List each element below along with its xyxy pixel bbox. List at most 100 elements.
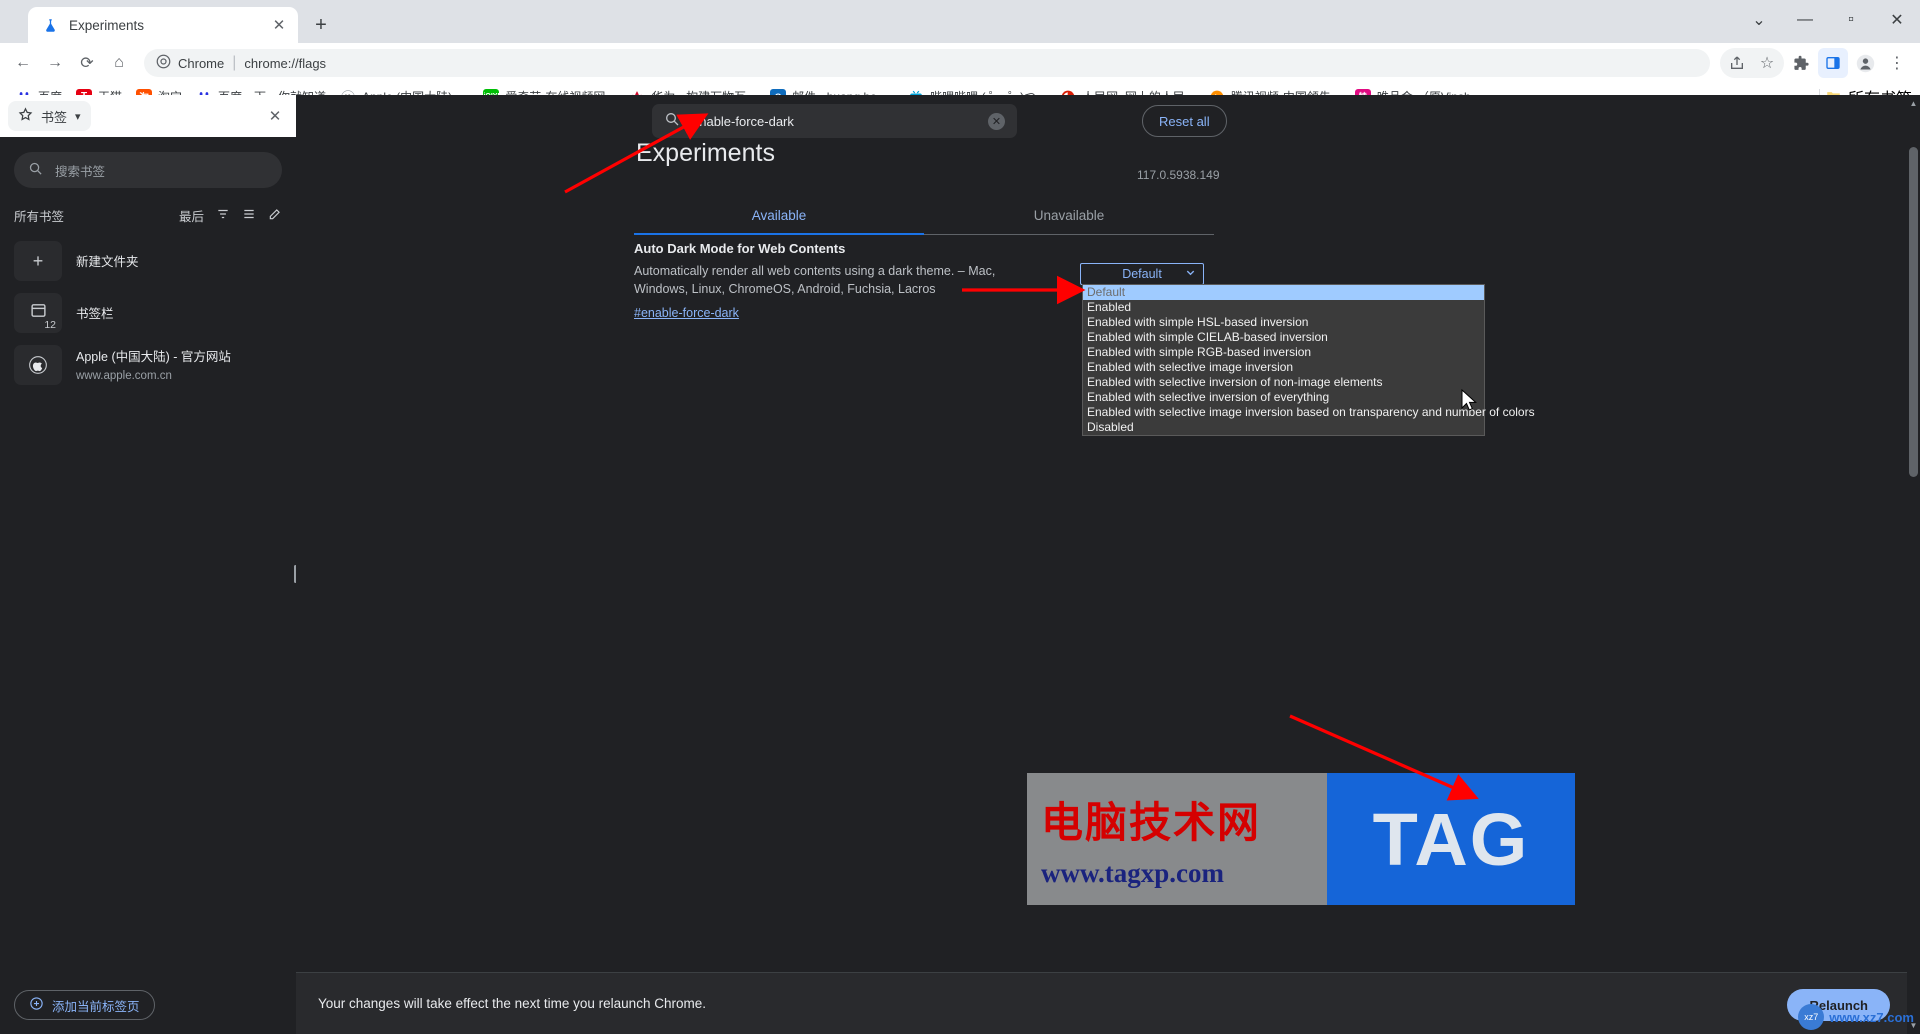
page-body: 书签 ▾ ✕ 搜索书签 所有书签 最后 + 新建文件夹 12 书签栏 Apple…: [0, 95, 1920, 1034]
watermark-left: 电脑技术网 www.tagxp.com: [1027, 789, 1327, 889]
window-controls: ⌄ — ▫ ✕: [1736, 0, 1920, 40]
experiment-anchor-link[interactable]: #enable-force-dark: [634, 306, 739, 320]
address-bar[interactable]: Chrome | chrome://flags: [144, 49, 1710, 77]
folder-count: 12: [44, 319, 56, 331]
bookmark-star-icon[interactable]: ☆: [1752, 48, 1782, 78]
list-item-title: 新建文件夹: [76, 255, 139, 269]
watermark-cn-text: 电脑技术网: [1041, 798, 1262, 847]
page-title: Experiments: [636, 139, 775, 167]
scroll-up-arrow[interactable]: ▲: [1908, 99, 1919, 108]
close-window-button[interactable]: ✕: [1874, 0, 1920, 40]
dropdown-option[interactable]: Enabled with simple CIELAB-based inversi…: [1083, 330, 1484, 345]
corner-watermark-logo: xz7: [1798, 1004, 1825, 1030]
share-icon[interactable]: [1722, 48, 1752, 78]
omnibox-url: chrome://flags: [244, 55, 327, 71]
plus-circle-icon: [29, 996, 44, 1014]
flags-tabs: Available Unavailable: [634, 200, 1214, 235]
list-item-main: 新建文件夹: [76, 251, 139, 271]
dropdown-option[interactable]: Enabled with simple RGB-based inversion: [1083, 345, 1484, 360]
flags-search-input[interactable]: enable-force-dark ✕: [652, 104, 1017, 138]
list-item[interactable]: Apple (中国大陆) - 官方网站 www.apple.com.cn: [14, 339, 282, 391]
tab-search-icon[interactable]: ⌄: [1736, 0, 1782, 40]
experiment-select-value: Default: [1122, 267, 1162, 281]
side-panel-content: 搜索书签 所有书签 最后 + 新建文件夹 12 书签栏 Apple (中国大陆)…: [0, 137, 296, 1034]
watermark-banner: 电脑技术网 www.tagxp.com TAG: [1027, 773, 1575, 905]
folder-icon: 12: [14, 293, 62, 333]
relaunch-bar: Your changes will take effect the next t…: [296, 972, 1920, 1034]
dropdown-option[interactable]: Enabled with selective inversion of ever…: [1083, 390, 1484, 405]
avatar-icon[interactable]: [1850, 48, 1880, 78]
chevron-down-icon[interactable]: ▾: [75, 110, 81, 123]
apple-icon: [14, 345, 62, 385]
omnibox-separator: |: [232, 54, 237, 71]
reset-all-button[interactable]: Reset all: [1142, 105, 1227, 137]
list-item-title: Apple (中国大陆) - 官方网站: [76, 350, 231, 364]
add-current-tab-label: 添加当前标签页: [52, 999, 140, 1014]
maximize-button[interactable]: ▫: [1828, 0, 1874, 40]
clear-icon[interactable]: ✕: [988, 112, 1005, 130]
dropdown-option[interactable]: Enabled with selective inversion of non-…: [1083, 375, 1484, 390]
list-item-main: 书签栏: [76, 303, 114, 323]
flask-icon: [42, 17, 59, 34]
tab-available[interactable]: Available: [634, 200, 924, 235]
dropdown-option[interactable]: Enabled with simple HSL-based inversion: [1083, 315, 1484, 330]
dropdown-option[interactable]: Default: [1083, 285, 1484, 300]
list-item[interactable]: + 新建文件夹: [14, 235, 282, 287]
version-label: 117.0.5938.149: [1137, 168, 1220, 182]
bookmarks-search-input[interactable]: 搜索书签: [14, 152, 282, 188]
list-view-icon[interactable]: [242, 207, 256, 224]
dropdown-option[interactable]: Enabled with selective image inversion b…: [1083, 405, 1535, 420]
back-button[interactable]: ←: [8, 48, 38, 78]
mouse-cursor: [1461, 388, 1478, 418]
dropdown-option[interactable]: Enabled with selective image inversion: [1083, 360, 1484, 375]
browser-toolbar: ← → ⟳ ⌂ Chrome | chrome://flags ☆ ⋮: [0, 43, 1920, 83]
search-icon: [28, 161, 43, 179]
list-item[interactable]: 12 书签栏: [14, 287, 282, 339]
experiment-description: Automatically render all web contents us…: [634, 264, 996, 297]
chevron-down-icon: [1185, 267, 1196, 281]
sort-label[interactable]: 最后: [179, 206, 204, 225]
close-side-panel-button[interactable]: ✕: [262, 103, 288, 129]
dropdown-option[interactable]: Disabled: [1083, 420, 1484, 435]
reload-button[interactable]: ⟳: [72, 48, 102, 78]
watermark-tag-text: TAG: [1372, 797, 1530, 881]
forward-button[interactable]: →: [40, 48, 70, 78]
list-item-url: www.apple.com.cn: [76, 370, 172, 382]
side-panel-title: 书签: [41, 109, 68, 125]
side-panel-selector[interactable]: 书签 ▾: [8, 101, 91, 131]
chrome-chip-label: Chrome: [178, 55, 225, 71]
bookmarks-side-panel: 书签 ▾ ✕ 搜索书签 所有书签 最后 + 新建文件夹 12 书签栏 Apple…: [0, 95, 297, 1034]
add-current-tab-button[interactable]: 添加当前标签页: [14, 990, 155, 1020]
pencil-icon[interactable]: [268, 207, 282, 224]
chrome-chip: Chrome: [156, 54, 224, 72]
dropdown-option[interactable]: Enabled: [1083, 300, 1484, 315]
side-panel-icon[interactable]: [1818, 48, 1848, 78]
browser-tab-experiments[interactable]: Experiments ✕: [28, 7, 298, 43]
close-icon[interactable]: ✕: [270, 16, 288, 34]
star-icon: [18, 107, 33, 125]
new-tab-button[interactable]: +: [306, 10, 336, 40]
section-tools: 最后: [179, 206, 282, 225]
scrollbar-thumb[interactable]: [1909, 147, 1918, 477]
tab-unavailable[interactable]: Unavailable: [924, 200, 1214, 234]
filter-icon[interactable]: [216, 207, 230, 224]
omnibox-actions-pill: ☆: [1720, 48, 1784, 78]
browser-window: Experiments ✕ + ⌄ — ▫ ✕ ← → ⟳ ⌂ Chrome |…: [0, 0, 1920, 1034]
side-panel-header: 书签 ▾ ✕: [0, 95, 296, 137]
experiment-select-dropdown[interactable]: Default Enabled Enabled with simple HSL-…: [1082, 284, 1535, 436]
home-button[interactable]: ⌂: [104, 48, 134, 78]
extensions-icon[interactable]: [1786, 48, 1816, 78]
bookmarks-search-placeholder: 搜索书签: [55, 164, 106, 179]
toolbar-right-actions: ☆ ⋮: [1720, 48, 1912, 78]
list-item-title: 书签栏: [76, 307, 114, 321]
page-scrollbar[interactable]: ▲ ▼: [1907, 95, 1920, 1034]
experiment-select[interactable]: Default: [1080, 263, 1204, 285]
chrome-logo-icon: [156, 54, 171, 72]
list-item-main: Apple (中国大陆) - 官方网站 www.apple.com.cn: [76, 346, 282, 384]
menu-icon[interactable]: ⋮: [1882, 48, 1912, 78]
search-icon: [664, 111, 680, 132]
chrome-flags-page: enable-force-dark ✕ Reset all Experiment…: [296, 95, 1920, 1034]
minimize-button[interactable]: —: [1782, 0, 1828, 40]
flags-search-value: enable-force-dark: [692, 113, 794, 129]
side-panel-footer: 添加当前标签页: [0, 980, 296, 1034]
